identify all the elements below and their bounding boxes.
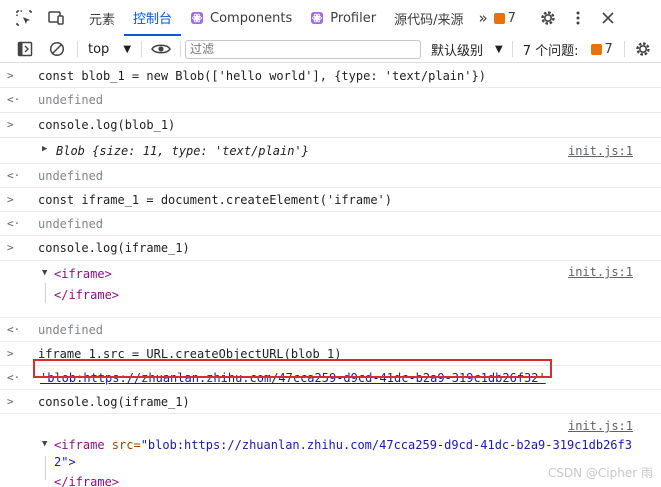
collapse-triangle-icon[interactable]: ▼ bbox=[42, 439, 47, 449]
result-arrow-icon: <· bbox=[7, 169, 21, 182]
console-result: undefined bbox=[38, 323, 104, 337]
input-prompt-icon: > bbox=[7, 395, 14, 408]
console-settings-gear-icon[interactable] bbox=[633, 39, 653, 59]
source-link[interactable]: init.js:1 bbox=[568, 144, 633, 158]
tab-components-label: Components bbox=[210, 10, 293, 26]
console-input-row[interactable]: > console.log(iframe_1) bbox=[0, 390, 661, 414]
console-result-row: <· undefined bbox=[0, 212, 661, 236]
more-tabs-button[interactable]: » bbox=[472, 0, 493, 36]
attr-name: src= bbox=[104, 438, 141, 452]
console-result: undefined bbox=[38, 93, 104, 107]
blob-object: Blob {size: 11, type: 'text/plain'} bbox=[56, 144, 309, 158]
input-prompt-icon: > bbox=[7, 241, 14, 254]
console-result: undefined bbox=[38, 169, 104, 183]
result-arrow-icon: <· bbox=[7, 93, 21, 106]
expand-triangle-icon[interactable]: ▶ bbox=[42, 144, 47, 154]
tag-name: <iframe bbox=[54, 438, 105, 452]
console-result-row: <· undefined bbox=[0, 164, 661, 188]
warning-badge[interactable]: 7 bbox=[493, 10, 516, 26]
input-prompt-icon: > bbox=[7, 69, 14, 82]
tab-profiler-label: Profiler bbox=[330, 10, 377, 26]
console-result-row: <· undefined bbox=[0, 88, 661, 113]
blob-object-props: {size: 11, type: 'text/plain'} bbox=[92, 144, 309, 158]
dropdown-arrow-icon: ▼ bbox=[495, 43, 503, 55]
warning-icon bbox=[590, 43, 602, 55]
console-code: const iframe_1 = document.createElement(… bbox=[38, 193, 393, 207]
iframe-open-tag[interactable]: <iframe src="blob:https://zhuanlan.zhihu… bbox=[54, 438, 632, 452]
more-options-icon[interactable] bbox=[568, 8, 588, 28]
console-input-row[interactable]: > const blob_1 = new Blob(['hello world'… bbox=[0, 64, 661, 88]
device-toolbar-icon[interactable] bbox=[46, 8, 66, 28]
result-arrow-icon: <· bbox=[7, 323, 21, 336]
settings-gear-icon[interactable] bbox=[538, 8, 558, 28]
tab-elements[interactable]: 元素 bbox=[80, 0, 124, 36]
show-sidebar-icon[interactable] bbox=[15, 39, 35, 59]
iframe-close-tag[interactable]: </iframe> bbox=[54, 475, 119, 487]
tab-console[interactable]: 控制台 bbox=[124, 0, 182, 36]
log-levels-label: 默认级别 bbox=[431, 43, 484, 59]
react-icon bbox=[311, 12, 324, 24]
attr-value-wrap: 2"> bbox=[54, 455, 76, 469]
tab-profiler[interactable]: Profiler bbox=[301, 0, 385, 36]
close-devtools-icon[interactable] bbox=[598, 8, 618, 28]
console-input-row[interactable]: > console.log(iframe_1) bbox=[0, 236, 661, 261]
inspect-element-icon[interactable] bbox=[14, 8, 34, 28]
console-result-row: <· undefined bbox=[0, 318, 661, 342]
context-select[interactable]: top ▼ bbox=[88, 42, 131, 57]
warning-icon bbox=[493, 12, 505, 24]
tree-guide-line bbox=[45, 283, 46, 303]
source-link[interactable]: init.js:1 bbox=[568, 419, 633, 433]
result-arrow-icon: <· bbox=[7, 371, 21, 384]
source-link[interactable]: init.js:1 bbox=[568, 265, 633, 279]
input-prompt-icon: > bbox=[7, 118, 14, 131]
highlight-box bbox=[33, 359, 552, 378]
collapse-triangle-icon[interactable]: ▼ bbox=[42, 268, 47, 278]
issues-badge[interactable]: 7 bbox=[590, 41, 613, 57]
attr-value: "blob:https://zhuanlan.zhihu.com/47cca25… bbox=[140, 438, 632, 452]
console-output: > const blob_1 = new Blob(['hello world'… bbox=[0, 64, 661, 487]
result-arrow-icon: <· bbox=[7, 217, 21, 230]
clear-console-icon[interactable] bbox=[47, 39, 67, 59]
console-code: console.log(iframe_1) bbox=[38, 241, 190, 255]
dropdown-arrow-icon: ▼ bbox=[123, 43, 132, 55]
input-prompt-icon: > bbox=[7, 193, 14, 206]
console-result: undefined bbox=[38, 217, 104, 231]
issues-count: 7 bbox=[604, 41, 613, 57]
watermark: CSDN @Cipher 雨 bbox=[547, 466, 653, 480]
issues-label[interactable]: 7 个问题: bbox=[523, 40, 579, 59]
log-levels-select[interactable]: 默认级别 ▼ bbox=[431, 40, 503, 59]
react-icon bbox=[191, 12, 204, 24]
tab-sources[interactable]: 源代码/来源 bbox=[385, 0, 472, 36]
tree-guide-line bbox=[45, 456, 46, 480]
console-code: console.log(blob_1) bbox=[38, 118, 176, 132]
live-expression-eye-icon[interactable] bbox=[150, 39, 172, 59]
iframe-open-tag[interactable]: <iframe> bbox=[54, 267, 112, 281]
console-code: console.log(iframe_1) bbox=[38, 395, 190, 409]
tab-components[interactable]: Components bbox=[181, 0, 301, 36]
context-select-value: top bbox=[88, 41, 110, 57]
console-log-row: ▼ <iframe> </iframe> init.js:1 bbox=[0, 261, 661, 318]
filter-input[interactable] bbox=[185, 39, 422, 59]
console-code: const blob_1 = new Blob(['hello world'],… bbox=[38, 69, 486, 83]
iframe-close-tag[interactable]: </iframe> bbox=[54, 288, 119, 302]
blob-object-name: Blob bbox=[56, 144, 85, 158]
devtools-tabbar: 元素 控制台 Components Profiler 源代码/来源 » 7 bbox=[0, 0, 661, 37]
console-toolbar: top ▼ 默认级别 ▼ 7 个问题: 7 bbox=[0, 36, 661, 63]
console-log-row: ▶ Blob {size: 11, type: 'text/plain'} in… bbox=[0, 138, 661, 164]
console-input-row[interactable]: > const iframe_1 = document.createElemen… bbox=[0, 188, 661, 212]
input-prompt-icon: > bbox=[7, 347, 14, 360]
console-input-row[interactable]: > console.log(blob_1) bbox=[0, 113, 661, 138]
warning-count: 7 bbox=[507, 10, 516, 26]
